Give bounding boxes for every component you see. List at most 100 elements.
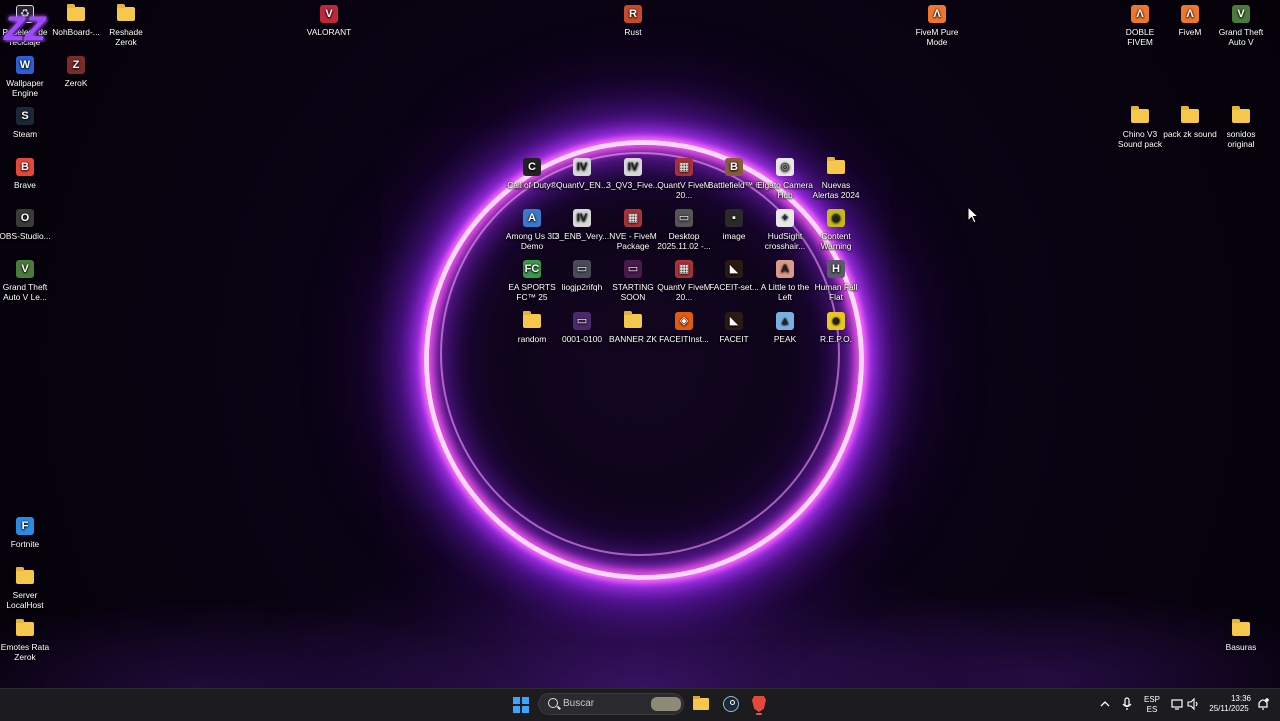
desktop-icon-hudsight-crosshair[interactable]: + HudSight crosshair...: [757, 209, 813, 251]
desktop-icon-label: R.E.P.O.: [820, 334, 852, 344]
taskbar-app-steam[interactable]: [721, 694, 741, 714]
language-code: ESP: [1143, 695, 1160, 704]
desktop-icon-valorant[interactable]: V VALORANT: [301, 5, 357, 37]
desktop-icon-label: Call of Duty®: [507, 180, 557, 190]
desktop-icon-chino-v3-sound-pack[interactable]: Chino V3 Sound pack: [1112, 106, 1168, 149]
desktop-icon-label: VALORANT: [306, 27, 352, 37]
keyboard-layout: ES: [1146, 705, 1158, 714]
desktop-icon-label: sonidos original: [1226, 129, 1256, 149]
peak-app-icon: ▲: [776, 312, 794, 330]
desktop-icon-label: Emotes Rata Zerok: [0, 642, 50, 662]
desktop-icon-sonidos-original[interactable]: sonidos original: [1213, 106, 1269, 149]
tray-overflow-button[interactable]: [1098, 697, 1112, 711]
desktop-icon-zerok[interactable]: Z ZeroK: [48, 56, 104, 88]
desktop-icon-quantv-fivem-20[interactable]: ▦ QuantV FiveM 20...: [656, 158, 712, 200]
desktop-icon-label: FACEIT-set...: [709, 282, 759, 292]
clock-time: 13:36: [1230, 694, 1251, 703]
taskbar-app-brave[interactable]: [749, 694, 769, 715]
steam-app-icon: S: [16, 107, 34, 125]
faceit-app-icon: ◣: [725, 312, 743, 330]
desktop-icon-obs-studio[interactable]: O OBS-Studio...: [0, 209, 53, 241]
grand-theft-auto-v-le-app-icon: V: [16, 260, 34, 278]
desktop-icon-fivem[interactable]: Λ FiveM: [1162, 5, 1218, 37]
desktop-icon-3-enb-very[interactable]: IV 3_ENB_Very...: [554, 209, 610, 241]
among-us-3d-demo-app-icon: A: [523, 209, 541, 227]
desktop-icon-0001-0100[interactable]: ▭ 0001-0100: [554, 312, 610, 344]
desktop-icon-brave[interactable]: B Brave: [0, 158, 53, 190]
desktop-icon-label: Reshade Zerok: [109, 27, 143, 47]
microphone-icon: [1122, 697, 1132, 710]
desktop-icon-starting-soon[interactable]: ▭ STARTING SOON: [605, 260, 661, 302]
desktop-icon-3-qv3-five[interactable]: IV 3_QV3_Five...: [605, 158, 661, 190]
desktop-icon-doble-fivem[interactable]: Λ DOBLE FIVEM: [1112, 5, 1168, 47]
desktop-icon-fivem-pure-mode[interactable]: Λ FiveM Pure Mode: [909, 5, 965, 47]
desktop-icon-fortnite[interactable]: F Fortnite: [0, 517, 53, 549]
desktop-icon-faceitinst[interactable]: ◈ FACEITInst...: [656, 312, 712, 344]
start-button[interactable]: [509, 693, 533, 717]
desktop-icon-nuevas-alertas-2024[interactable]: Nuevas Alertas 2024: [808, 157, 864, 200]
valorant-app-icon: V: [320, 5, 338, 23]
zk-logo-overlay: ZZ: [4, 10, 46, 48]
desktop-icon-random[interactable]: random: [504, 311, 560, 344]
desktop-icon-image[interactable]: ▪ image: [706, 209, 762, 241]
folder-icon: [1232, 619, 1250, 636]
elgato-camera-hub-app-icon: ◎: [776, 158, 794, 176]
faceit-set-app-icon: ◣: [725, 260, 743, 278]
desktop-icon-rust[interactable]: R Rust: [605, 5, 661, 37]
human-fall-flat-app-icon: H: [827, 260, 845, 278]
desktop-icon-battlefield-6[interactable]: B Battlefield™ 6: [706, 158, 762, 190]
volume-button[interactable]: [1186, 697, 1200, 711]
desktop-icon-faceit-set[interactable]: ◣ FACEIT-set...: [706, 260, 762, 292]
desktop-icon-label: OBS-Studio...: [0, 231, 51, 241]
desktop-icon-steam[interactable]: S Steam: [0, 107, 53, 139]
desktop-icon-peak[interactable]: ▲ PEAK: [757, 312, 813, 344]
obs-studio-app-icon: O: [16, 209, 34, 227]
taskbar-search[interactable]: Buscar: [538, 693, 684, 715]
image-app-icon: ▪: [725, 209, 743, 227]
desktop-icon-liogjp2rifqh[interactable]: ▭ liogjp2rifqh: [554, 260, 610, 292]
desktop-icon-label: Elgato Camera Hub: [757, 180, 813, 200]
network-button[interactable]: [1170, 697, 1184, 711]
rust-app-icon: R: [624, 5, 642, 23]
desktop-icon-banner-zk[interactable]: BANNER ZK: [605, 311, 661, 344]
desktop-icon-emotes-rata-zerok[interactable]: Emotes Rata Zerok: [0, 619, 53, 662]
desktop-icon-among-us-3d-demo[interactable]: A Among Us 3D Demo: [504, 209, 560, 251]
desktop-icon-quantv-en[interactable]: IV QuantV_EN...: [554, 158, 610, 190]
nve-fivem-package-app-icon: ▦: [624, 209, 642, 227]
zerok-app-icon: Z: [67, 56, 85, 74]
desktop-icon-call-of-duty[interactable]: C Call of Duty®: [504, 158, 560, 190]
desktop-icon-r-e-p-o[interactable]: ☻ R.E.P.O.: [808, 312, 864, 344]
desktop-icon-elgato-camera-hub[interactable]: ◎ Elgato Camera Hub: [757, 158, 813, 200]
desktop-icon-label: PEAK: [773, 334, 797, 344]
desktop-icon-quantv-fivem-20[interactable]: ▦ QuantV FiveM 20...: [656, 260, 712, 302]
desktop-icon-pack-zk-sound[interactable]: pack zk sound: [1162, 106, 1218, 139]
desktop-icon-wallpaper-engine[interactable]: W Wallpaper Engine: [0, 56, 53, 98]
desktop-icon-label: 0001-0100: [561, 334, 603, 344]
desktop-icon-server-localhost[interactable]: Server LocalHost: [0, 567, 53, 610]
desktop-icon-a-little-to-the-left[interactable]: A A Little to the Left: [757, 260, 813, 302]
desktop-icon-nohboard[interactable]: NohBoard-...: [48, 4, 104, 37]
desktop-icon-label: Basuras: [1225, 642, 1257, 652]
desktop-icon-label: Fortnite: [10, 539, 40, 549]
desktop-icon-content-warning[interactable]: ◉ Content Warning: [808, 209, 864, 251]
desktop-icon-basuras[interactable]: Basuras: [1213, 619, 1269, 652]
clock[interactable]: 13:36 25/11/2025: [1204, 694, 1254, 714]
desktop-icon-ea-sports-fc-25[interactable]: FC EA SPORTS FC™ 25: [504, 260, 560, 302]
desktop-icon-desktop-2025-11-02[interactable]: ▭ Desktop 2025.11.02 -...: [656, 209, 712, 251]
desktop-icon-label: Desktop 2025.11.02 -...: [657, 231, 711, 251]
taskbar-app-file-explorer[interactable]: [691, 694, 711, 714]
search-placeholder: Buscar: [563, 698, 595, 709]
notifications-button[interactable]: [1256, 697, 1270, 711]
desktop-icon-label: QuantV FiveM 20...: [657, 180, 711, 200]
microphone-button[interactable]: [1120, 696, 1134, 712]
battlefield-6-app-icon: B: [725, 158, 743, 176]
quantv-fivem-20-app-icon: ▦: [675, 158, 693, 176]
desktop-icon-faceit[interactable]: ◣ FACEIT: [706, 312, 762, 344]
desktop-icon-grand-theft-auto-v[interactable]: V Grand Theft Auto V: [1213, 5, 1269, 47]
desktop-icon-human-fall-flat[interactable]: H Human Fall Flat: [808, 260, 864, 302]
desktop-icon-reshade-zerok[interactable]: Reshade Zerok: [98, 4, 154, 47]
desktop-icon-grand-theft-auto-v-le[interactable]: V Grand Theft Auto V Le...: [0, 260, 53, 302]
desktop-icon-nve-fivem-package[interactable]: ▦ NVE - FiveM Package: [605, 209, 661, 251]
fivem-app-icon: Λ: [1181, 5, 1199, 23]
input-language-indicator[interactable]: ESP ES: [1142, 695, 1162, 715]
